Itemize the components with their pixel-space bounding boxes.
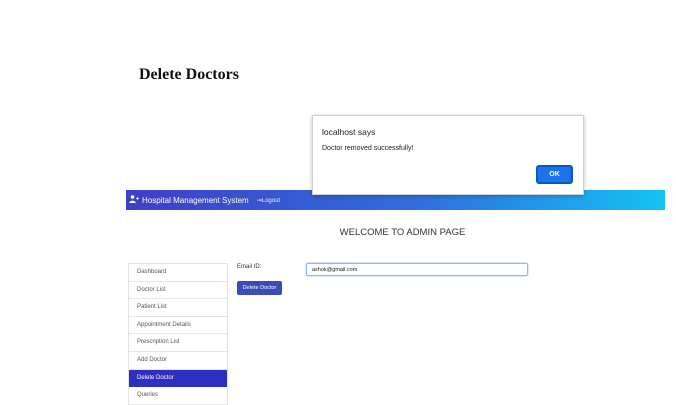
user-plus-icon	[129, 195, 142, 205]
logout-label: Logout	[261, 197, 281, 204]
sidebar-item-delete-doctor[interactable]: Delete Doctor	[129, 369, 227, 388]
brand-label: Hospital Management System	[142, 195, 249, 205]
sidebar-item-patient-list[interactable]: Patient List	[129, 299, 227, 317]
logout-link[interactable]: ⇥Logout	[257, 197, 280, 204]
alert-message: Doctor removed successfully!	[322, 145, 414, 152]
email-field[interactable]	[306, 263, 528, 276]
email-label: Email ID:	[237, 264, 262, 270]
navbar-brand[interactable]: Hospital Management System	[129, 195, 249, 205]
alert-dialog: localhost says Doctor removed successful…	[312, 115, 584, 195]
sidebar-item-prescription-list[interactable]: Prescription List	[129, 334, 227, 352]
page-heading: Delete Doctors	[139, 66, 239, 83]
sidebar-item-queries[interactable]: Queries	[129, 387, 227, 405]
welcome-heading: WELCOME TO ADMIN PAGE	[339, 227, 466, 238]
sidebar-item-appointment-details[interactable]: Appointment Details	[129, 317, 227, 335]
sidebar: Dashboard Doctor List Patient List Appoi…	[128, 263, 228, 405]
sidebar-item-doctor-list[interactable]: Doctor List	[129, 282, 227, 300]
delete-doctor-button[interactable]: Delete Doctor	[237, 281, 282, 295]
alert-ok-button[interactable]: OK	[536, 165, 573, 184]
alert-title: localhost says	[322, 127, 376, 137]
sidebar-item-add-doctor[interactable]: Add Doctor	[129, 352, 227, 370]
sidebar-item-dashboard[interactable]: Dashboard	[129, 264, 227, 282]
